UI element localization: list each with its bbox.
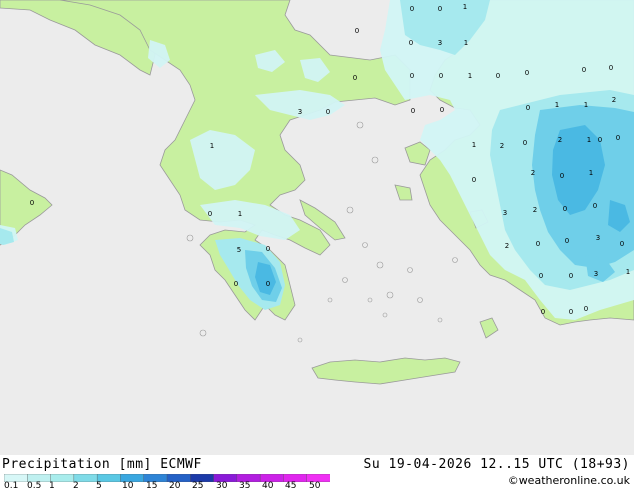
grid-value-label: 0 xyxy=(593,202,597,210)
grid-value-label: 2 xyxy=(612,96,616,104)
grid-value-label: 0 xyxy=(620,240,624,248)
grid-value-label: 0 xyxy=(598,136,602,144)
grid-value-label: 0 xyxy=(525,69,529,77)
grid-value-label: 0 xyxy=(411,107,415,115)
grid-value-label: 2 xyxy=(500,142,504,150)
grid-value-label: 1 xyxy=(463,3,467,11)
grid-value-label: 0 xyxy=(438,5,442,13)
grid-value-label: 0 xyxy=(208,210,212,218)
grid-value-label: 3 xyxy=(503,209,507,217)
grid-value-label: 0 xyxy=(353,74,357,82)
grid-value-label: 0 xyxy=(409,39,413,47)
grid-value-label: 0 xyxy=(539,272,543,280)
grid-value-label: 0 xyxy=(326,108,330,116)
legend-labels: 0.1 0.5 1 2 5 10 15 20 25 30 35 40 45 50 xyxy=(0,482,340,492)
grid-value-label: 3 xyxy=(594,270,598,278)
grid-value-label: 1 xyxy=(555,101,559,109)
grid-value-label: 1 xyxy=(210,142,214,150)
grid-value-label: 1 xyxy=(468,72,472,80)
grid-value-label: 2 xyxy=(505,242,509,250)
grid-value-label: 0 xyxy=(526,104,530,112)
grid-value-label: 0 xyxy=(569,272,573,280)
grid-value-label: 0 xyxy=(266,280,270,288)
footer: Precipitation [mm] ECMWF Su 19-04-2026 1… xyxy=(0,455,634,492)
grid-value-label: 0 xyxy=(536,240,540,248)
grid-value-label: 0 xyxy=(584,305,588,313)
grid-value-label: 0 xyxy=(616,134,620,142)
grid-value-label: 0 xyxy=(560,172,564,180)
grid-value-label: 0 xyxy=(410,72,414,80)
grid-value-label: 0 xyxy=(439,72,443,80)
map-title: Precipitation [mm] ECMWF xyxy=(2,457,202,472)
grid-value-label: 0 xyxy=(609,64,613,72)
grid-value-label: 1 xyxy=(587,136,591,144)
grid-value-label: 5 xyxy=(237,246,241,254)
grid-value-label: 1 xyxy=(589,169,593,177)
grid-value-label: 3 xyxy=(596,234,600,242)
grid-value-label: 0 xyxy=(565,237,569,245)
grid-value-label: 0 xyxy=(472,176,476,184)
grid-value-label: 1 xyxy=(584,101,588,109)
grid-value-label: 0 xyxy=(234,280,238,288)
grid-value-label: 3 xyxy=(438,39,442,47)
grid-value-label: 0 xyxy=(563,205,567,213)
grid-value-label: 1 xyxy=(626,268,630,276)
grid-value-label: 1 xyxy=(464,39,468,47)
grid-value-label: 2 xyxy=(531,169,535,177)
valid-time: Su 19-04-2026 12..15 UTC (18+93) xyxy=(363,457,630,472)
grid-value-label: 0 xyxy=(410,5,414,13)
grid-value-label: 2 xyxy=(558,136,562,144)
grid-value-label: 0 xyxy=(523,139,527,147)
precipitation-map: 0 0 10 3 10 0 0 1 0 0 0 01000123 012 1 01 22 0 1000 1 3 2 0 00… xyxy=(0,0,634,455)
grid-value-label: 0 xyxy=(582,66,586,74)
grid-value-label: 2 xyxy=(533,206,537,214)
grid-value-label: 1 xyxy=(472,141,476,149)
grid-value-label: 3 xyxy=(298,108,302,116)
grid-value-label: 0 xyxy=(569,308,573,316)
source-credit: ©weatheronline.co.uk xyxy=(507,474,630,487)
grid-value-label: 0 xyxy=(266,245,270,253)
grid-value-label: 1 xyxy=(238,210,242,218)
grid-value-label: 0 xyxy=(355,27,359,35)
grid-value-label: 0 xyxy=(440,106,444,114)
grid-value-label: 0 xyxy=(496,72,500,80)
grid-value-label: 0 xyxy=(30,199,34,207)
grid-value-label: 0 xyxy=(541,308,545,316)
